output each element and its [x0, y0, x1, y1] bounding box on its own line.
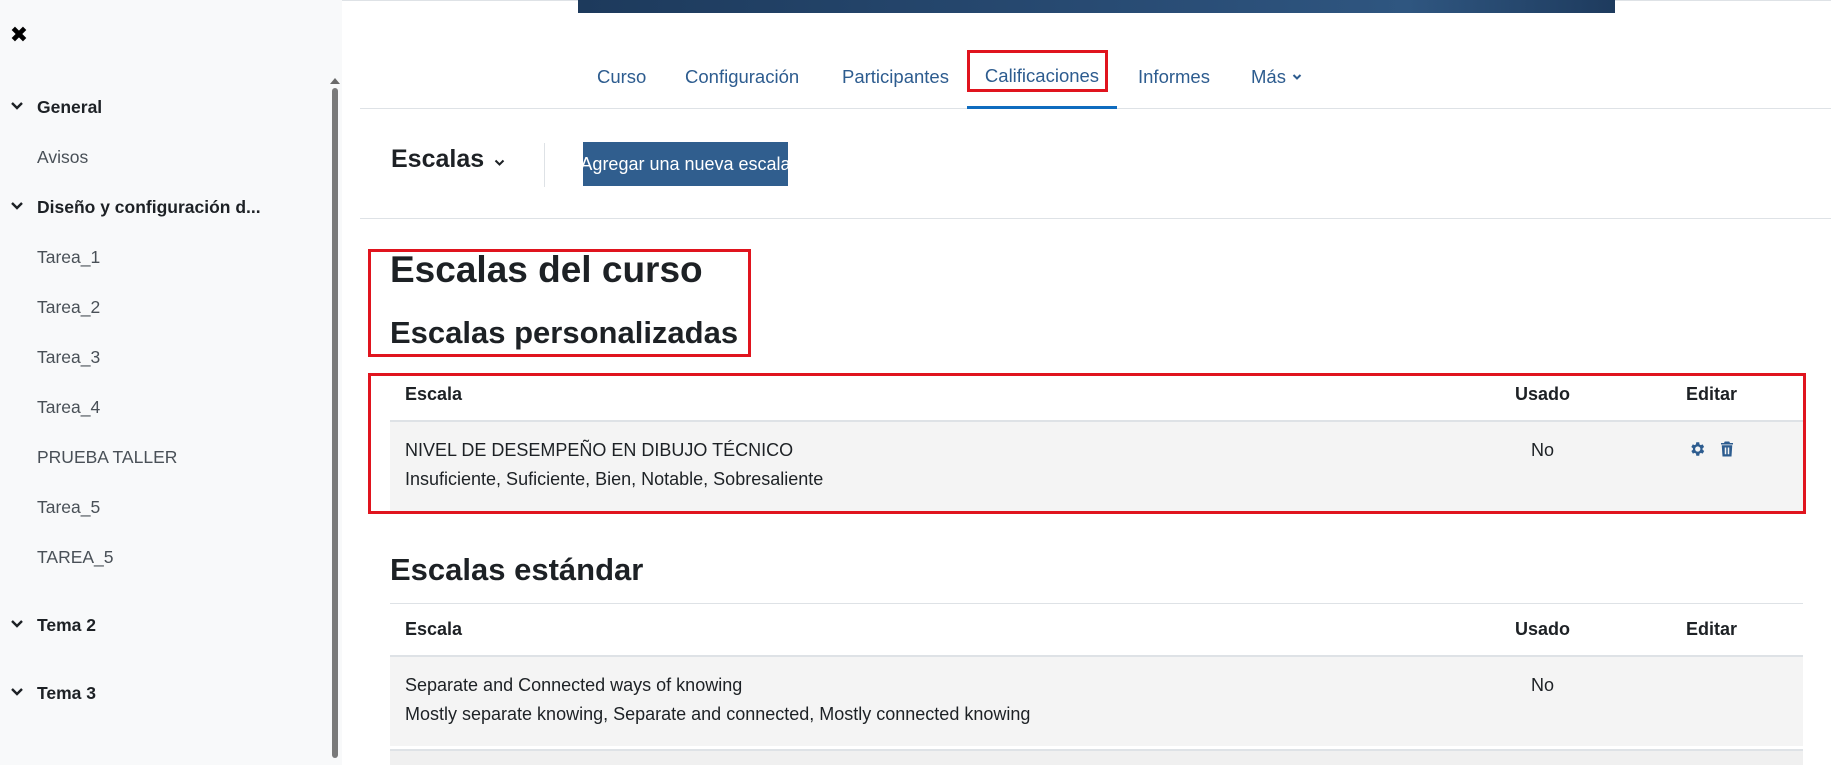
- column-header-escala: Escala: [405, 618, 463, 639]
- scroll-up-arrow[interactable]: [330, 78, 340, 84]
- highlight-box-custom-table: [368, 373, 1806, 514]
- used-cell: No: [1530, 674, 1554, 695]
- drawer-scrollbar[interactable]: [332, 88, 338, 758]
- scale-name: Separate and Connected ways of knowing: [405, 674, 743, 695]
- course-item[interactable]: PRUEBA TALLER: [0, 432, 330, 482]
- course-item[interactable]: Avisos: [0, 132, 330, 182]
- highlight-box-calificaciones: [967, 50, 1108, 92]
- chevron-down-icon[interactable]: [10, 617, 24, 631]
- course-item[interactable]: Tarea_1: [0, 232, 330, 282]
- scales-selector-label: Escalas: [391, 145, 485, 173]
- course-section-tema-3[interactable]: Tema 3: [0, 668, 330, 718]
- standard-scales-table: Escala Usado Editar Separate and Connect…: [390, 603, 1803, 746]
- table-row: [390, 749, 1803, 765]
- tab-informes[interactable]: Informes: [1138, 46, 1210, 108]
- section-title: Diseño y configuración d...: [37, 196, 261, 217]
- chevron-down-icon[interactable]: [10, 685, 24, 699]
- standard-scales-heading: Escalas estándar: [390, 552, 644, 587]
- column-header-usado: Usado: [1514, 618, 1570, 639]
- course-section-diseno[interactable]: Diseño y configuración d...: [0, 182, 330, 232]
- edit-cell: [1620, 656, 1803, 746]
- course-item[interactable]: TAREA_5: [0, 532, 330, 582]
- section-title: General: [37, 96, 103, 117]
- course-banner: [578, 0, 1615, 13]
- section-title: Tema 3: [37, 682, 97, 703]
- chevron-down-icon[interactable]: [10, 199, 24, 213]
- table-row: Separate and Connected ways of knowing M…: [390, 655, 1803, 746]
- course-section-tema-2[interactable]: Tema 2: [0, 600, 330, 650]
- scale-items: Mostly separate knowing, Separate and co…: [405, 703, 1031, 724]
- close-icon[interactable]: ✖: [8, 22, 30, 47]
- course-item[interactable]: Tarea_5: [0, 482, 330, 532]
- tertiary-navigation: Escalas Agregar una nueva escala: [360, 110, 1831, 219]
- tab-mas-label: Más: [1251, 66, 1286, 87]
- course-index-drawer: ✖ General Avisos Diseño y configuración …: [0, 0, 342, 765]
- chevron-down-icon: [494, 159, 505, 166]
- course-item[interactable]: Tarea_2: [0, 282, 330, 332]
- chevron-down-icon: [1292, 74, 1302, 80]
- course-section-general[interactable]: General: [0, 82, 330, 132]
- add-scale-button[interactable]: Agregar una nueva escala: [580, 142, 791, 186]
- course-item[interactable]: Tarea_3: [0, 332, 330, 382]
- scales-selector[interactable]: Escalas: [391, 145, 505, 174]
- column-header-editar: Editar: [1685, 618, 1737, 639]
- tab-participantes[interactable]: Participantes: [842, 46, 949, 108]
- divider: [544, 143, 545, 187]
- course-item[interactable]: Tarea_4: [0, 382, 330, 432]
- tab-curso[interactable]: Curso: [597, 46, 646, 108]
- section-title: Tema 2: [37, 614, 97, 635]
- tab-mas[interactable]: Más: [1251, 46, 1302, 108]
- course-index: General Avisos Diseño y configuración d.…: [0, 82, 330, 718]
- tab-configuracion[interactable]: Configuración: [685, 46, 799, 108]
- chevron-down-icon[interactable]: [10, 99, 24, 113]
- highlight-box-headings: [368, 249, 751, 357]
- scale-cell: Separate and Connected ways of knowing M…: [390, 656, 1465, 746]
